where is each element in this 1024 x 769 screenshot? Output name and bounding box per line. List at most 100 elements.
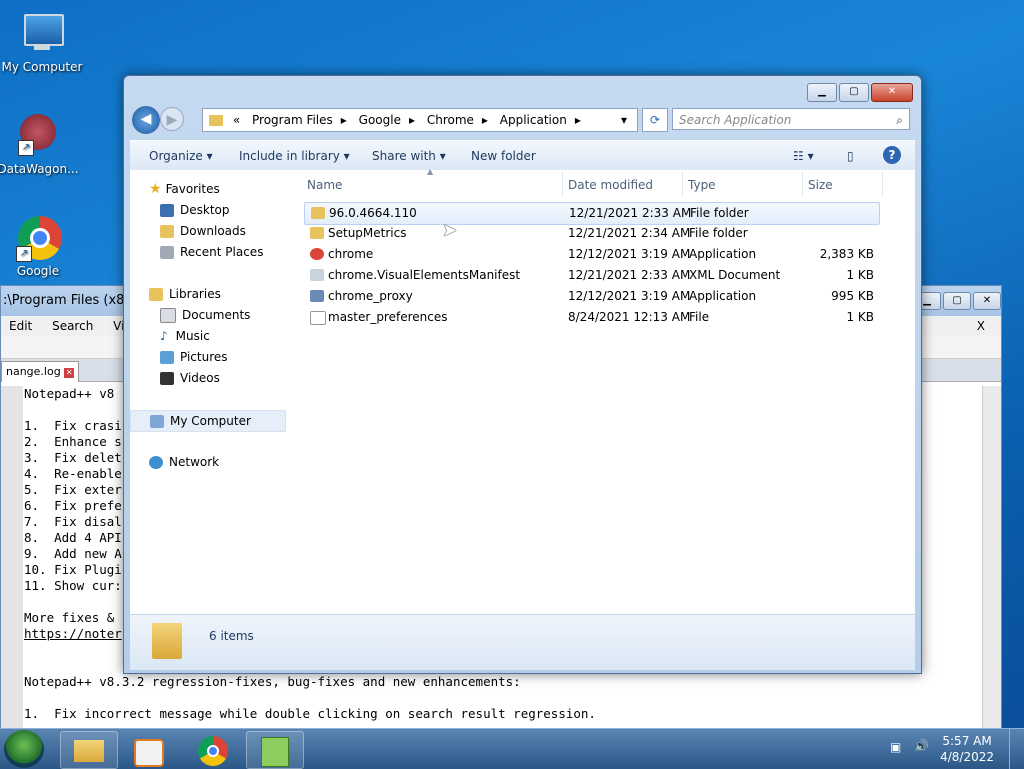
desktop-icon-google[interactable]: ↗ Google (0, 214, 80, 278)
share-with-button[interactable]: Share with ▾ (372, 149, 446, 163)
volume-tray-icon[interactable]: 🔊 (914, 739, 929, 753)
datawagon-icon: ↗ (14, 112, 62, 160)
file-type: Application (689, 289, 757, 303)
preview-pane-icon[interactable]: ▯ (847, 149, 854, 163)
desktop-icon-my-computer[interactable]: My Computer (0, 10, 84, 74)
address-bar[interactable]: « Program Files ▸ Google ▸ Chrome ▸ Applica… (202, 108, 638, 132)
file-row[interactable]: SetupMetrics 12/21/2021 2:34 AM File folde… (304, 223, 878, 244)
start-button[interactable] (4, 730, 44, 768)
close-doc-x[interactable]: X (977, 316, 985, 336)
breadcrumb-separator-icon[interactable]: ▸ (575, 113, 581, 127)
clock[interactable]: 5:57 AM 4/8/2022 (940, 733, 994, 765)
tab-change-log[interactable]: nange.log ✕ (1, 361, 80, 382)
help-icon[interactable]: ? (883, 146, 901, 164)
column-header-type[interactable]: Type (688, 178, 716, 192)
organize-button[interactable]: Organize ▾ (149, 149, 213, 163)
maximize-button[interactable]: ▢ (839, 83, 869, 102)
file-date-modified: 12/21/2021 2:33 AM (569, 206, 692, 220)
breadcrumb-separator-icon[interactable]: ▸ (409, 113, 415, 127)
taskbar-media-player[interactable] (120, 731, 178, 769)
file-type: File folder (690, 206, 749, 220)
item-count: 6 items (209, 629, 254, 643)
pictures-icon (160, 351, 174, 364)
editor-line: 3. Fix delet (24, 450, 122, 465)
column-header-size[interactable]: Size (808, 178, 833, 192)
taskbar-explorer[interactable] (60, 731, 118, 769)
file-icon (310, 311, 326, 325)
details-pane: 6 items (130, 614, 915, 670)
network-tray-icon[interactable]: ▣ (890, 740, 901, 754)
libraries-icon (149, 288, 163, 301)
sort-arrow-icon: ▲ (427, 167, 434, 176)
computer-icon (150, 415, 164, 428)
file-name: chrome (328, 247, 374, 261)
nav-network[interactable]: Network (149, 452, 309, 472)
editor-line: 2. Enhance s (24, 434, 122, 449)
folder-icon (74, 740, 104, 762)
line-gutter (1, 386, 23, 729)
file-date-modified: 12/21/2021 2:34 AM (568, 226, 691, 240)
file-row[interactable]: chrome_proxy 12/12/2021 3:19 AM Applicatio… (304, 286, 878, 307)
taskbar-notepad-plus-plus[interactable] (246, 731, 304, 769)
breadcrumb-separator-icon[interactable]: ▸ (482, 113, 488, 127)
menu-search[interactable]: Search (52, 319, 93, 333)
breadcrumb-overflow[interactable]: « (233, 113, 240, 127)
search-icon[interactable]: ⌕ (896, 109, 903, 131)
desktop-icon-datawagon[interactable]: ↗ DataWagon... (0, 112, 80, 176)
clock-time: 5:57 AM (942, 734, 992, 748)
documents-icon (160, 308, 176, 323)
chrome-icon (198, 736, 228, 766)
file-name: SetupMetrics (328, 226, 407, 240)
new-folder-button[interactable]: New folder (471, 149, 536, 163)
file-date-modified: 12/21/2021 2:33 AM (568, 268, 691, 282)
address-dropdown-icon[interactable]: ▾ (621, 109, 627, 131)
breadcrumb-separator-icon[interactable]: ▸ (341, 113, 347, 127)
file-type: Application (689, 247, 757, 261)
nav-favorites[interactable]: ★ Favorites (149, 179, 309, 199)
file-name: chrome.VisualElementsManifest (328, 268, 521, 282)
taskbar-chrome[interactable] (184, 731, 242, 769)
refresh-button[interactable]: ⟳ (642, 108, 668, 132)
file-row[interactable]: chrome 12/12/2021 3:19 AM Application 2,383… (304, 244, 878, 265)
file-row[interactable]: master_preferences 8/24/2021 12:13 AM File… (304, 307, 878, 328)
recent-places-icon (160, 246, 174, 259)
file-name: master_preferences (328, 310, 448, 324)
editor-line: 7. Fix disal (24, 514, 122, 529)
editor-line: Notepad++ v8.3.2 regression-fixes, bug-f… (24, 674, 521, 689)
xml-file-icon (310, 269, 324, 281)
explorer-window[interactable]: ▁ ▢ ✕ ◀ ▶ « Program Files ▸ Google ▸ Chrome ▸… (123, 75, 922, 674)
file-size: 995 KB (831, 289, 874, 303)
back-button[interactable]: ◀ (132, 106, 160, 134)
maximize-button[interactable]: ▢ (943, 292, 971, 310)
file-date-modified: 12/12/2021 3:19 AM (568, 247, 691, 261)
breadcrumb-chrome[interactable]: Chrome (427, 113, 474, 127)
include-in-library-button[interactable]: Include in library ▾ (239, 149, 350, 163)
search-placeholder: Search Application (679, 113, 792, 127)
breadcrumb-google[interactable]: Google (359, 113, 401, 127)
editor-line: More fixes & (24, 610, 115, 625)
editor-line: Notepad++ v8 (24, 386, 115, 401)
close-button[interactable]: ✕ (871, 83, 913, 102)
notepad-scrollbar[interactable] (982, 386, 1001, 729)
forward-button[interactable]: ▶ (160, 107, 184, 131)
file-row[interactable]: chrome.VisualElementsManifest 12/21/2021 … (304, 265, 878, 286)
chrome-icon (310, 248, 324, 260)
nav-libraries[interactable]: Libraries (149, 284, 309, 304)
close-button[interactable]: ✕ (973, 292, 1001, 310)
folder-icon (152, 623, 182, 659)
column-header-date-modified[interactable]: Date modified (568, 178, 653, 192)
desktop-icon-label: DataWagon... (0, 162, 79, 176)
breadcrumb-program-files[interactable]: Program Files (252, 113, 333, 127)
column-header-name[interactable]: Name (307, 178, 342, 192)
menu-edit[interactable]: Edit (9, 319, 32, 333)
tab-close-icon[interactable]: ✕ (64, 368, 75, 378)
view-options-icon[interactable]: ☷ ▾ (793, 149, 814, 163)
taskbar: ▣ 🔊 5:57 AM 4/8/2022 (0, 728, 1024, 769)
file-row[interactable]: 96.0.4664.110 12/21/2021 2:33 AM File fold… (304, 202, 880, 225)
nav-my-computer[interactable]: My Computer (130, 410, 286, 432)
breadcrumb-application[interactable]: Application (500, 113, 567, 127)
show-desktop-button[interactable] (1009, 729, 1024, 769)
search-input[interactable]: Search Application ⌕ (672, 108, 910, 130)
tab-label: nange.log (6, 365, 61, 378)
minimize-button[interactable]: ▁ (807, 83, 837, 102)
